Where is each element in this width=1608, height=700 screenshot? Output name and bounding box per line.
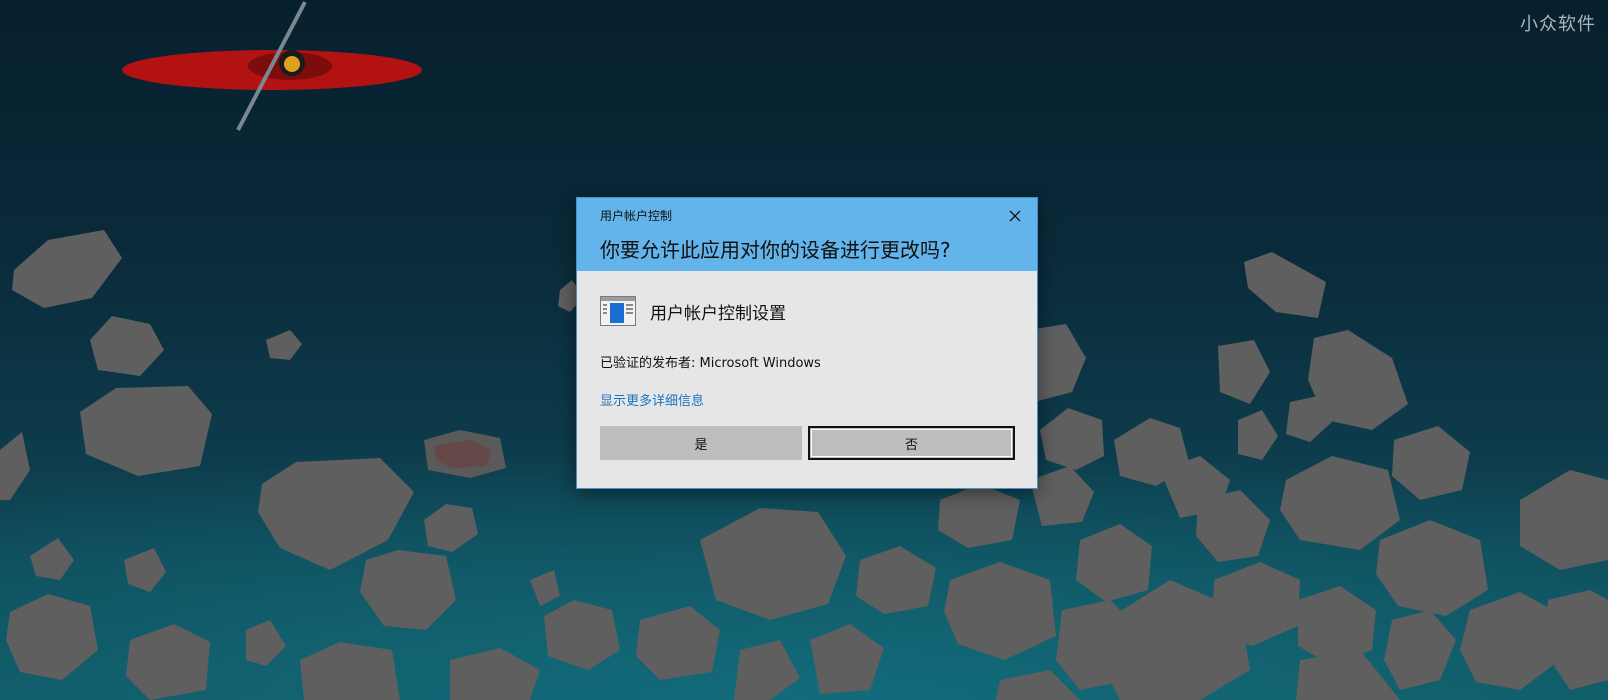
dialog-caption: 用户帐户控制 [600,209,673,223]
desktop: 小众软件 用户帐户控制 你要允许此应用对你的设备进行更改吗? 用户帐户控制设置 … [0,0,1608,700]
close-button[interactable] [1003,204,1027,228]
app-info: 用户帐户控制设置 [600,296,786,326]
close-icon [1009,210,1021,222]
show-more-details-link[interactable]: 显示更多详细信息 [600,390,704,409]
uac-dialog: 用户帐户控制 你要允许此应用对你的设备进行更改吗? 用户帐户控制设置 已验证的发… [576,197,1038,489]
settings-window-icon [600,296,636,326]
no-button[interactable]: 否 [808,426,1015,460]
dialog-body: 用户帐户控制设置 已验证的发布者: Microsoft Windows 显示更多… [577,271,1037,488]
publisher-label: 已验证的发布者: Microsoft Windows [600,356,821,371]
dialog-question: 你要允许此应用对你的设备进行更改吗? [600,238,951,262]
yes-button[interactable]: 是 [600,426,802,460]
watermark-text: 小众软件 [1520,14,1596,35]
app-name: 用户帐户控制设置 [650,303,786,324]
kayak-illustration [122,1,422,131]
dialog-header: 用户帐户控制 你要允许此应用对你的设备进行更改吗? [577,198,1037,271]
